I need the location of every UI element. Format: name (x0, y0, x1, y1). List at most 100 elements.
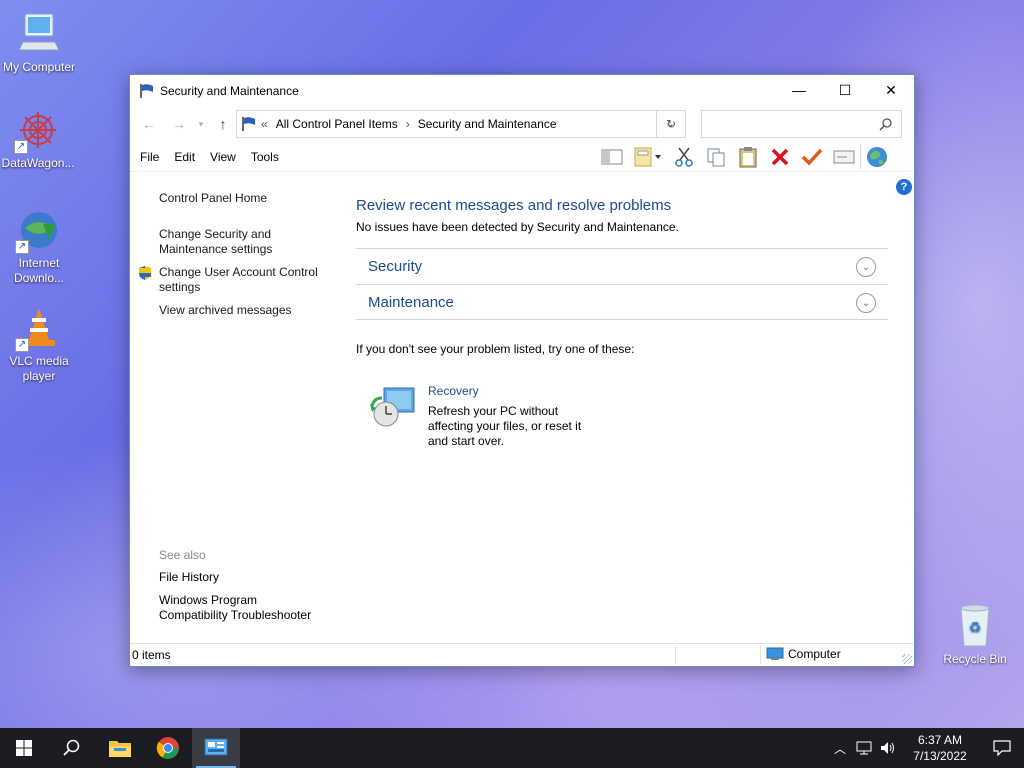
copy-icon[interactable] (700, 144, 732, 170)
search-input[interactable] (701, 110, 902, 138)
folder-icon (109, 741, 131, 757)
shortcut-arrow-icon: ↗ (15, 240, 29, 254)
rename-icon[interactable] (828, 144, 860, 170)
notification-icon (993, 740, 1011, 756)
computer-icon (15, 10, 63, 58)
windows-logo-icon (16, 740, 32, 756)
breadcrumb-security-and-maintenance[interactable]: Security and Maintenance (418, 117, 557, 131)
breadcrumb-overflow[interactable]: « (261, 117, 268, 131)
back-icon[interactable]: ← (138, 116, 160, 132)
minimize-button[interactable]: — (776, 75, 822, 105)
section-security[interactable]: Security ⌄ (356, 248, 888, 284)
see-also-link-compatibility-troubleshooter[interactable]: Windows Program Compatibility Troublesho… (159, 593, 329, 623)
vlc-cone-icon: ↗ (15, 304, 63, 352)
desktop-icon-label: My Computer (2, 60, 76, 74)
layout-icon[interactable] (596, 144, 628, 170)
sidebar: Control Panel Home Change Security and M… (130, 188, 340, 318)
zone-label: Computer (788, 647, 841, 661)
status-divider (760, 646, 761, 664)
item-count: 0 items (132, 648, 171, 662)
svg-text:♻: ♻ (969, 620, 982, 636)
see-also: See also File History Windows Program Co… (159, 548, 359, 623)
desktop-icon-my-computer[interactable]: My Computer (1, 10, 77, 75)
address-bar[interactable]: « All Control Panel Items › Security and… (236, 110, 686, 138)
recent-locations-icon[interactable]: ▾ (190, 119, 212, 130)
recovery-link[interactable]: Recovery (428, 384, 479, 398)
shortcut-arrow-icon: ↗ (15, 338, 29, 352)
desktop-icon-label: VLC media player (9, 354, 69, 383)
cut-icon[interactable] (668, 144, 700, 170)
menu-tools[interactable]: Tools (246, 150, 284, 164)
taskbar-chrome[interactable] (144, 728, 192, 768)
clock-time: 6:37 AM (917, 733, 963, 747)
chevron-up-icon[interactable]: ︿ (828, 728, 852, 768)
close-button[interactable]: ✕ (868, 75, 914, 105)
see-also-link-file-history[interactable]: File History (159, 570, 359, 585)
desktop-icon-vlc[interactable]: ↗ VLC media player (1, 304, 77, 384)
desktop-icon-label: DataWagon... (1, 156, 75, 170)
search-icon (63, 739, 80, 756)
resize-grip[interactable] (902, 654, 912, 664)
desktop-icon-internet-download-manager[interactable]: ↗ Internet Downlo... (1, 206, 77, 286)
sidebar-link-change-uac[interactable]: Change User Account Control settings (159, 265, 329, 295)
desktop-icon-recycle-bin[interactable]: ♻ Recycle Bin (937, 602, 1013, 667)
forward-icon[interactable]: → (168, 116, 190, 132)
flag-icon (140, 83, 153, 98)
sidebar-link-view-archived[interactable]: View archived messages (159, 303, 329, 318)
window-title: Security and Maintenance (160, 83, 299, 98)
desktop-icon-label: Internet Downlo... (13, 256, 65, 285)
chevron-down-icon[interactable]: ⌄ (856, 293, 876, 313)
taskbar: ︿ 6:37 AM 7/13/2022 (0, 728, 1024, 768)
menu-view[interactable]: View (205, 150, 241, 164)
hint-text: If you don't see your problem listed, tr… (356, 342, 635, 356)
system-tray: ︿ 6:37 AM 7/13/2022 (828, 728, 1024, 768)
recovery-item[interactable]: Recovery Refresh your PC without affecti… (368, 384, 888, 464)
computer-icon (766, 647, 784, 660)
flag-icon (242, 117, 255, 131)
main-content: Review recent messages and resolve probl… (356, 188, 888, 464)
menu-edit[interactable]: Edit (169, 150, 200, 164)
title-bar[interactable]: Security and Maintenance — ☐ ✕ (130, 75, 914, 106)
recycle-bin-icon: ♻ (951, 602, 999, 650)
chrome-icon (156, 737, 179, 759)
control-panel-window: Security and Maintenance — ☐ ✕ ← → ▾ ↑ «… (129, 74, 915, 667)
globe-icon[interactable] (860, 144, 892, 170)
section-maintenance[interactable]: Maintenance ⌄ (356, 284, 888, 320)
uac-shield-icon (139, 266, 151, 280)
network-icon[interactable] (852, 728, 876, 768)
control-panel-icon (204, 738, 228, 756)
chevron-down-icon[interactable]: ⌄ (856, 257, 876, 277)
shortcut-arrow-icon: ↗ (14, 140, 28, 154)
address-row: ← → ▾ ↑ « All Control Panel Items › Secu… (130, 106, 914, 142)
paste-icon[interactable] (732, 144, 764, 170)
datawagon-icon: ↗ (14, 106, 62, 154)
sidebar-link-change-settings[interactable]: Change Security and Maintenance settings (159, 227, 329, 257)
refresh-icon: ↻ (665, 117, 677, 131)
clock[interactable]: 6:37 AM 7/13/2022 (900, 732, 980, 764)
status-bar: 0 items Computer (130, 643, 914, 666)
breadcrumb-all-control-panel-items[interactable]: All Control Panel Items (276, 117, 398, 131)
globe-download-icon: ↗ (15, 206, 63, 254)
volume-icon[interactable] (876, 728, 900, 768)
recovery-description: Refresh your PC without affecting your f… (428, 404, 582, 448)
desktop-icon-datawagon[interactable]: ↗ DataWagon... (0, 106, 76, 171)
taskbar-file-explorer[interactable] (96, 728, 144, 768)
sidebar-link-control-panel-home[interactable]: Control Panel Home (159, 191, 329, 206)
start-button[interactable] (0, 728, 48, 768)
up-icon[interactable]: ↑ (212, 116, 234, 132)
desktop-icon-label: Recycle Bin (943, 652, 1007, 666)
taskbar-control-panel[interactable] (192, 728, 240, 768)
help-button[interactable]: ? (896, 179, 912, 195)
maximize-button[interactable]: ☐ (822, 75, 868, 105)
menu-bar: File Edit View Tools (130, 142, 914, 172)
checkmark-icon[interactable] (796, 144, 828, 170)
search-icon (879, 118, 892, 131)
menu-file[interactable]: File (135, 150, 164, 164)
delete-icon[interactable] (764, 144, 796, 170)
refresh-button[interactable]: ↻ (656, 110, 686, 138)
properties-icon[interactable] (628, 144, 668, 170)
status-divider (675, 646, 676, 664)
notification-button[interactable] (980, 728, 1024, 768)
status-zone: Computer (766, 647, 841, 661)
search-button[interactable] (48, 728, 96, 768)
